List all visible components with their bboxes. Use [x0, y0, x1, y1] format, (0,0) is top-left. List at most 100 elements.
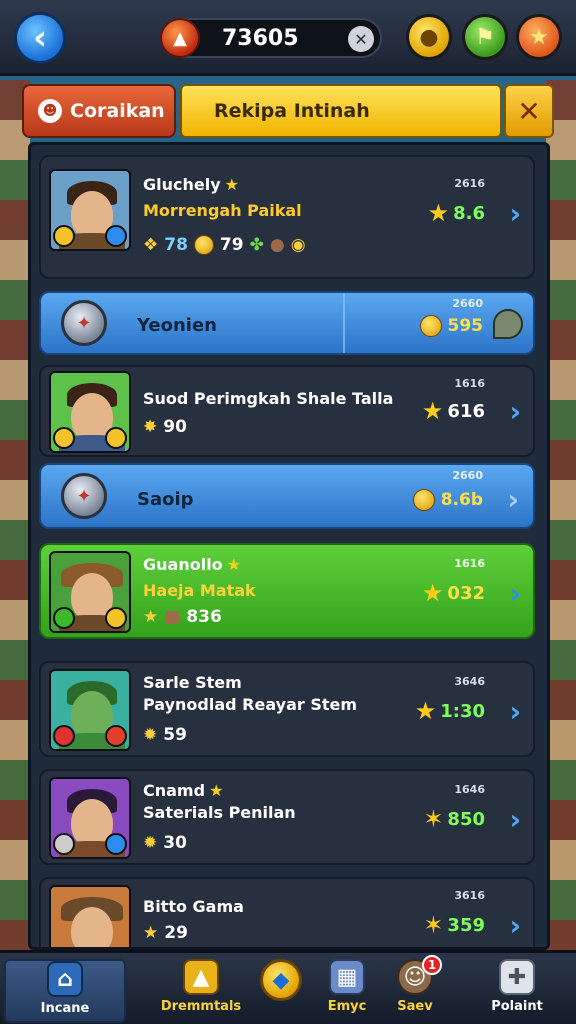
player-name: Gluchely — [143, 175, 221, 194]
list-item[interactable]: Cnamd ★ Saterials Penilan ✹ 30 1646 ✶ 850 … — [39, 769, 535, 865]
star-icon: ★ — [421, 397, 444, 425]
nav-dremmtals[interactable]: ▲ Dremmtals — [156, 959, 246, 1023]
avatar — [49, 669, 131, 751]
coin-icon — [419, 315, 442, 337]
star-icon: ✸ — [143, 417, 158, 437]
tab-label: Coraikan — [70, 100, 165, 122]
score: ★ 1:30 — [414, 697, 485, 725]
rank-number: 3616 — [454, 889, 485, 902]
stat-value: 29 — [164, 923, 188, 943]
player-stats: ★ ■ 836 — [143, 607, 222, 627]
back-arrow-icon[interactable]: ‹ — [14, 12, 66, 64]
rank-number: 1616 — [454, 557, 485, 570]
star-icon[interactable]: ★ — [516, 14, 562, 60]
nav-label: Dremmtals — [160, 999, 242, 1014]
coin-icon[interactable]: ● — [406, 14, 452, 60]
player-subtitle: Haeja Matak — [143, 581, 256, 600]
chevron-right-icon[interactable]: › — [507, 483, 519, 516]
stat-value: 836 — [186, 607, 222, 627]
player-name: Suod Perimgkah Shale Talla — [143, 389, 394, 408]
score: ★ 616 — [421, 397, 485, 425]
coin-icon — [412, 489, 435, 511]
treasure-icon: ▲ — [183, 959, 219, 995]
score: ✶ 359 — [423, 911, 485, 939]
rank-number: 3646 — [454, 675, 485, 688]
wing-icon: ❖ — [143, 235, 159, 255]
close-button[interactable]: ✕ — [504, 84, 554, 138]
section-row[interactable]: ✦ Yeonien 2660 595 — [39, 291, 535, 355]
badge-icon — [53, 427, 75, 449]
puzzle-icon: ✚ — [499, 959, 535, 995]
player-stats: ❖ 78 79 ✤ ● ◉ — [143, 235, 306, 255]
rank-number: 2616 — [454, 177, 485, 190]
notification-badge: 1 — [422, 955, 442, 975]
avatar — [49, 885, 131, 947]
avatar — [49, 777, 131, 859]
background-left-scenery — [0, 80, 30, 954]
chevron-right-icon[interactable]: › — [509, 395, 521, 428]
gear-icon: ✹ — [143, 725, 158, 745]
chevron-right-icon[interactable]: › — [509, 577, 521, 610]
tab-rekipa[interactable]: Rekipa Intinah — [180, 84, 502, 138]
badge-icon — [105, 725, 127, 747]
chevron-right-icon[interactable]: › — [509, 803, 521, 836]
star-icon: ★ — [209, 781, 224, 800]
player-name: Cnamd — [143, 781, 206, 800]
shield-icon: ✦ — [61, 473, 107, 519]
flag-icon[interactable]: ⚑ — [462, 14, 508, 60]
chevron-right-icon[interactable]: › — [509, 909, 521, 942]
badge-icon — [53, 607, 75, 629]
list-item[interactable]: Sarle Stem Paynodlad Reayar Stem ✹ 59 36… — [39, 661, 535, 757]
tab-coraikan[interactable]: ☻ Coraikan — [22, 84, 176, 138]
player-stats: ✹ 59 — [143, 725, 187, 745]
map-icon: ▦ — [329, 959, 365, 995]
chevron-right-icon[interactable]: › — [509, 197, 521, 230]
star-icon: ★ — [427, 199, 450, 227]
currency-value: 73605 — [222, 26, 299, 51]
rank-number: 2660 — [452, 469, 483, 482]
badge-icon — [105, 225, 127, 247]
player-name: Bitto Gama — [143, 897, 244, 916]
pin-icon[interactable] — [493, 309, 523, 339]
badge-icon — [105, 427, 127, 449]
player-stats: ★ 29 — [143, 923, 188, 943]
home-icon: ⌂ — [47, 961, 83, 997]
gear-icon: ✹ — [143, 833, 158, 853]
badge-icon — [53, 833, 75, 855]
bottom-navigation: ⌂ Incane ▲ Dremmtals ◆ ▦ Emyc ☺ 1 Saev ✚… — [0, 950, 576, 1024]
score: ✶ 850 — [423, 805, 485, 833]
list-item[interactable]: Suod Perimgkah Shale Talla ✸ 90 1616 ★ 61… — [39, 365, 535, 457]
background-right-scenery — [546, 80, 576, 954]
star-icon: ★ — [224, 175, 239, 194]
list-item[interactable]: Gluchely ★ Morrengah Paikal ❖ 78 79 ✤ ● ◉… — [39, 155, 535, 279]
nav-polaint[interactable]: ✚ Polaint — [472, 959, 562, 1023]
section-label: Saoip — [137, 489, 194, 510]
score: 8.6b — [412, 489, 483, 511]
badge-icon — [53, 725, 75, 747]
leaderboard-panel: Gluchely ★ Morrengah Paikal ❖ 78 79 ✤ ● ◉… — [28, 142, 550, 950]
chevron-right-icon[interactable]: › — [509, 695, 521, 728]
close-icon[interactable]: ✕ — [348, 26, 374, 52]
section-row[interactable]: ✦ Saoip 2660 8.6b › — [39, 463, 535, 529]
nav-incane[interactable]: ⌂ Incane — [4, 959, 126, 1023]
section-label: Yeonien — [137, 315, 217, 336]
list-item-highlighted[interactable]: Guanollo ★ Haeja Matak ★ ■ 836 1616 ★ 032 … — [39, 543, 535, 639]
nav-label: Saev — [397, 999, 433, 1014]
rank-number: 1646 — [454, 783, 485, 796]
nav-saev[interactable]: ☺ 1 Saev — [370, 955, 460, 1023]
close-icon: ✕ — [517, 94, 541, 128]
list-item[interactable]: Bitto Gama ★ 29 3616 ✶ 359 › — [39, 877, 535, 947]
player-stats: ✸ 90 — [143, 417, 187, 437]
badge-icon — [105, 833, 127, 855]
star-icon: ★ — [143, 923, 159, 943]
star-icon: ✶ — [423, 805, 444, 833]
star-icon: ★ — [226, 555, 242, 574]
leaf-icon: ✤ — [249, 235, 264, 255]
rank-number: 1616 — [454, 377, 485, 390]
player-stats: ✹ 30 — [143, 833, 187, 853]
nav-label: Emyc — [327, 999, 367, 1014]
badge-icon — [53, 225, 75, 247]
rock-icon: ● — [269, 235, 285, 255]
skull-icon: ☻ — [38, 99, 62, 123]
player-subtitle: Morrengah Paikal — [143, 201, 302, 220]
